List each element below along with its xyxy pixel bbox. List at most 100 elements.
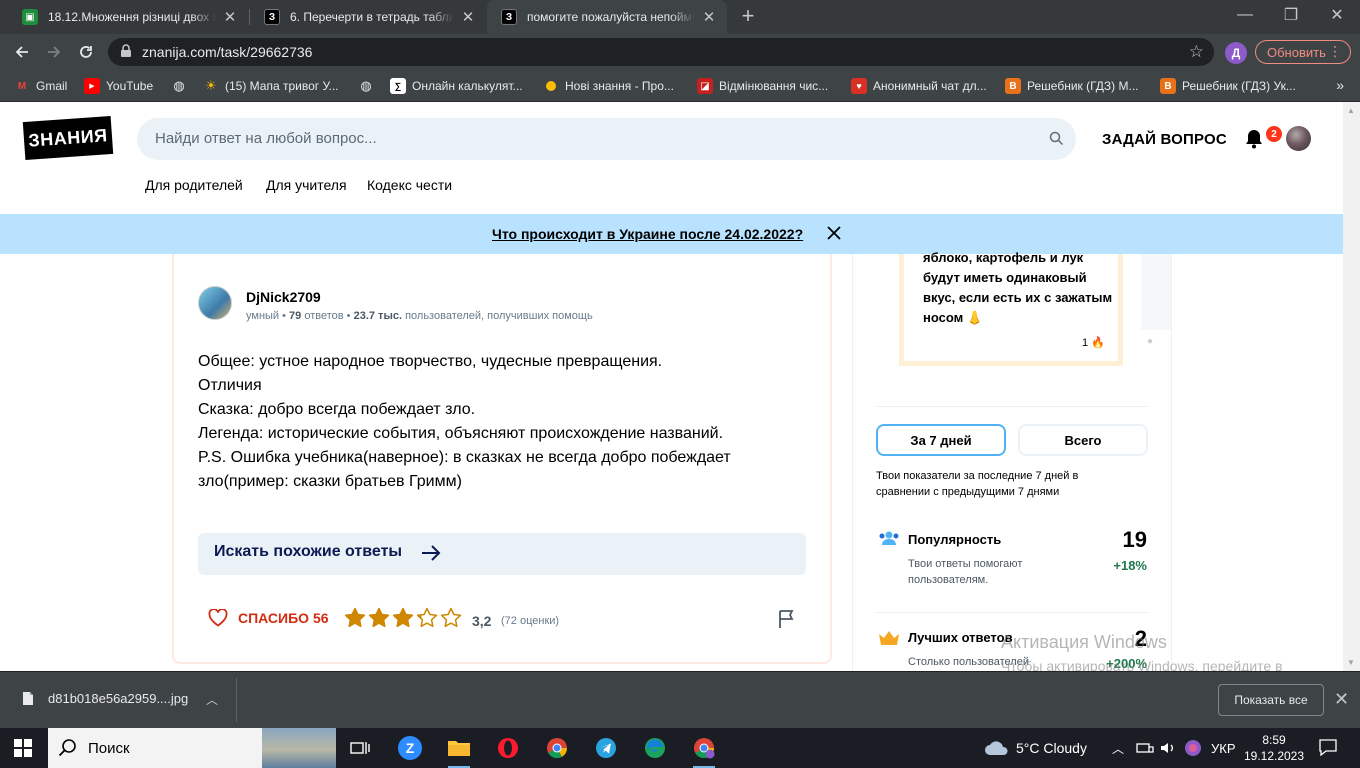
- close-icon[interactable]: [826, 225, 842, 241]
- windows-activation-text: Чтобы активировать Windows, перейдите в …: [1001, 658, 1283, 671]
- show-all-button[interactable]: Показать все: [1218, 684, 1324, 716]
- rating-stars[interactable]: [344, 607, 464, 629]
- update-label: Обновить: [1267, 44, 1326, 60]
- nav-parents[interactable]: Для родителей: [145, 177, 243, 193]
- chrome-icon[interactable]: [543, 734, 571, 762]
- fun-fact-likes[interactable]: 1 🔥: [1082, 336, 1105, 349]
- close-tab-icon[interactable]: ✕: [460, 8, 476, 26]
- update-button[interactable]: Обновить ⋮: [1255, 40, 1351, 64]
- bookmark-reshebnik-1[interactable]: B Решебник (ГДЗ) М...: [1005, 76, 1139, 96]
- bookmark-gmail[interactable]: M Gmail: [14, 76, 68, 96]
- stat-popularity-value: 19: [1122, 527, 1147, 552]
- chrome-profile-icon[interactable]: [690, 734, 718, 768]
- reload-icon[interactable]: [74, 40, 98, 64]
- weather-text: 5°C Cloudy: [1016, 740, 1087, 756]
- volume-icon[interactable]: [1160, 728, 1176, 768]
- zoom-app-icon[interactable]: Z: [396, 734, 424, 762]
- windows-taskbar: Поиск Z 5°C Cloudy ︿ УКР 8:59 19.12.2023: [0, 728, 1360, 768]
- bookmark-label: Решебник (ГДЗ) М...: [1027, 79, 1139, 93]
- close-window-icon[interactable]: ✕: [1314, 0, 1360, 30]
- clock[interactable]: 8:59 19.12.2023: [1236, 732, 1312, 764]
- forward-icon[interactable]: [42, 40, 66, 64]
- nav-teachers[interactable]: Для учителя: [266, 177, 347, 193]
- author-avatar[interactable]: [198, 286, 232, 320]
- bookmark-label: (15) Мапа тривог У...: [225, 79, 339, 93]
- new-tab-button[interactable]: +: [738, 5, 758, 27]
- search-input[interactable]: Найди ответ на любой вопрос...: [137, 118, 1076, 160]
- task-view-icon[interactable]: [346, 734, 374, 762]
- edge-icon[interactable]: [641, 734, 669, 762]
- bookmark-youtube[interactable]: ▶ YouTube: [84, 76, 153, 96]
- scroll-down-icon[interactable]: ▼: [1347, 658, 1355, 667]
- bookmark-declension[interactable]: ◪ Відмінювання чис...: [697, 76, 828, 96]
- bookmark-globe-2[interactable]: ◍: [358, 76, 380, 96]
- clock-time: 8:59: [1262, 733, 1286, 747]
- language-indicator[interactable]: УКР: [1211, 728, 1236, 768]
- windows-start-icon[interactable]: [14, 739, 32, 757]
- banner-link[interactable]: Что происходит в Украине после 24.02.202…: [492, 226, 803, 242]
- star-icon[interactable]: [344, 607, 366, 629]
- address-bar[interactable]: znanija.com/task/29662736 ☆: [108, 38, 1214, 66]
- page-scrollbar[interactable]: ▲ ▼: [1343, 102, 1360, 671]
- restore-icon[interactable]: ❐: [1268, 0, 1314, 30]
- tab-3-active[interactable]: З помогите пожалуйста непойму ✕: [487, 0, 727, 34]
- bookmark-globe[interactable]: ◍: [171, 76, 193, 96]
- divider: [876, 612, 1148, 613]
- star-icon[interactable]: [368, 607, 390, 629]
- bookmark-new-knowledge[interactable]: Нові знання - Про...: [543, 76, 674, 96]
- page-viewport: ЗНАНИЯ Найди ответ на любой вопрос... ЗА…: [0, 102, 1343, 671]
- bookmark-label: Gmail: [36, 79, 68, 93]
- close-tab-icon[interactable]: ✕: [222, 8, 238, 26]
- tab-1[interactable]: ▣ 18.12.Множення різниці двох в ✕: [8, 0, 248, 34]
- bookmark-star-icon[interactable]: ☆: [1189, 42, 1204, 62]
- bookmark-calculator[interactable]: ∑ Онлайн калькулят...: [390, 76, 523, 96]
- crown-icon: [879, 631, 899, 645]
- user-avatar[interactable]: [1286, 126, 1311, 151]
- bookmarks-overflow-icon[interactable]: »: [1336, 77, 1344, 93]
- back-icon[interactable]: [10, 40, 34, 64]
- thanks-button[interactable]: СПАСИБО 56: [208, 609, 329, 627]
- answers-count: 79: [289, 310, 302, 322]
- nav-honor-code[interactable]: Кодекс чести: [367, 177, 452, 193]
- cloud-icon: [985, 741, 1008, 755]
- bookmark-anon-chat[interactable]: ♥ Анонимный чат дл...: [851, 76, 987, 96]
- download-item[interactable]: d81b018e56a2959....jpg: [22, 691, 188, 706]
- report-flag-icon[interactable]: [778, 609, 796, 629]
- telegram-icon[interactable]: [592, 734, 620, 762]
- lock-icon: [121, 44, 131, 57]
- search-highlight-image: [262, 728, 336, 768]
- arrow-right-icon: [422, 545, 441, 561]
- tray-show-hidden-icon[interactable]: ︿: [1112, 728, 1124, 768]
- minimize-icon[interactable]: —: [1222, 0, 1268, 30]
- classroom-icon: ▣: [22, 9, 38, 25]
- notification-center-icon[interactable]: [1318, 738, 1338, 756]
- close-tab-icon[interactable]: ✕: [701, 8, 717, 26]
- profile-avatar[interactable]: Д: [1225, 42, 1247, 64]
- file-explorer-icon[interactable]: [445, 734, 473, 768]
- ukraine-banner: Что происходит в Украине после 24.02.202…: [0, 214, 1343, 254]
- bookmark-alerts-map[interactable]: ☀ (15) Мапа тривог У...: [203, 76, 339, 96]
- network-icon[interactable]: [1136, 728, 1154, 768]
- weather-widget[interactable]: 5°C Cloudy: [984, 728, 1087, 768]
- close-downloads-icon[interactable]: ✕: [1334, 689, 1349, 710]
- taskbar-search[interactable]: Поиск: [48, 728, 336, 768]
- opera-icon[interactable]: [494, 734, 522, 762]
- search-similar-button[interactable]: Искать похожие ответы: [198, 533, 806, 575]
- tab-2[interactable]: З 6. Перечерти в тетрадь таблицу ✕: [250, 0, 486, 34]
- scroll-up-icon[interactable]: ▲: [1347, 106, 1355, 115]
- ask-question-button[interactable]: ЗАДАЙ ВОПРОС: [1102, 131, 1227, 148]
- star-icon[interactable]: [440, 607, 462, 629]
- chevron-up-icon[interactable]: ︿: [206, 691, 218, 708]
- bell-icon[interactable]: [1245, 129, 1263, 149]
- bookmark-reshebnik-2[interactable]: B Решебник (ГДЗ) Ук...: [1160, 76, 1296, 96]
- search-icon[interactable]: [1049, 131, 1064, 146]
- znanija-logo[interactable]: ЗНАНИЯ: [22, 115, 114, 161]
- tab-7-days[interactable]: За 7 дней: [876, 424, 1006, 456]
- author-name[interactable]: DjNick2709: [246, 289, 321, 305]
- app-tray-icon[interactable]: [1184, 728, 1202, 768]
- sidebar-strip: [1141, 254, 1171, 330]
- star-icon[interactable]: [392, 607, 414, 629]
- thanks-label: СПАСИБО 56: [238, 610, 329, 626]
- tab-all-time[interactable]: Всего: [1018, 424, 1148, 456]
- star-icon[interactable]: [416, 607, 438, 629]
